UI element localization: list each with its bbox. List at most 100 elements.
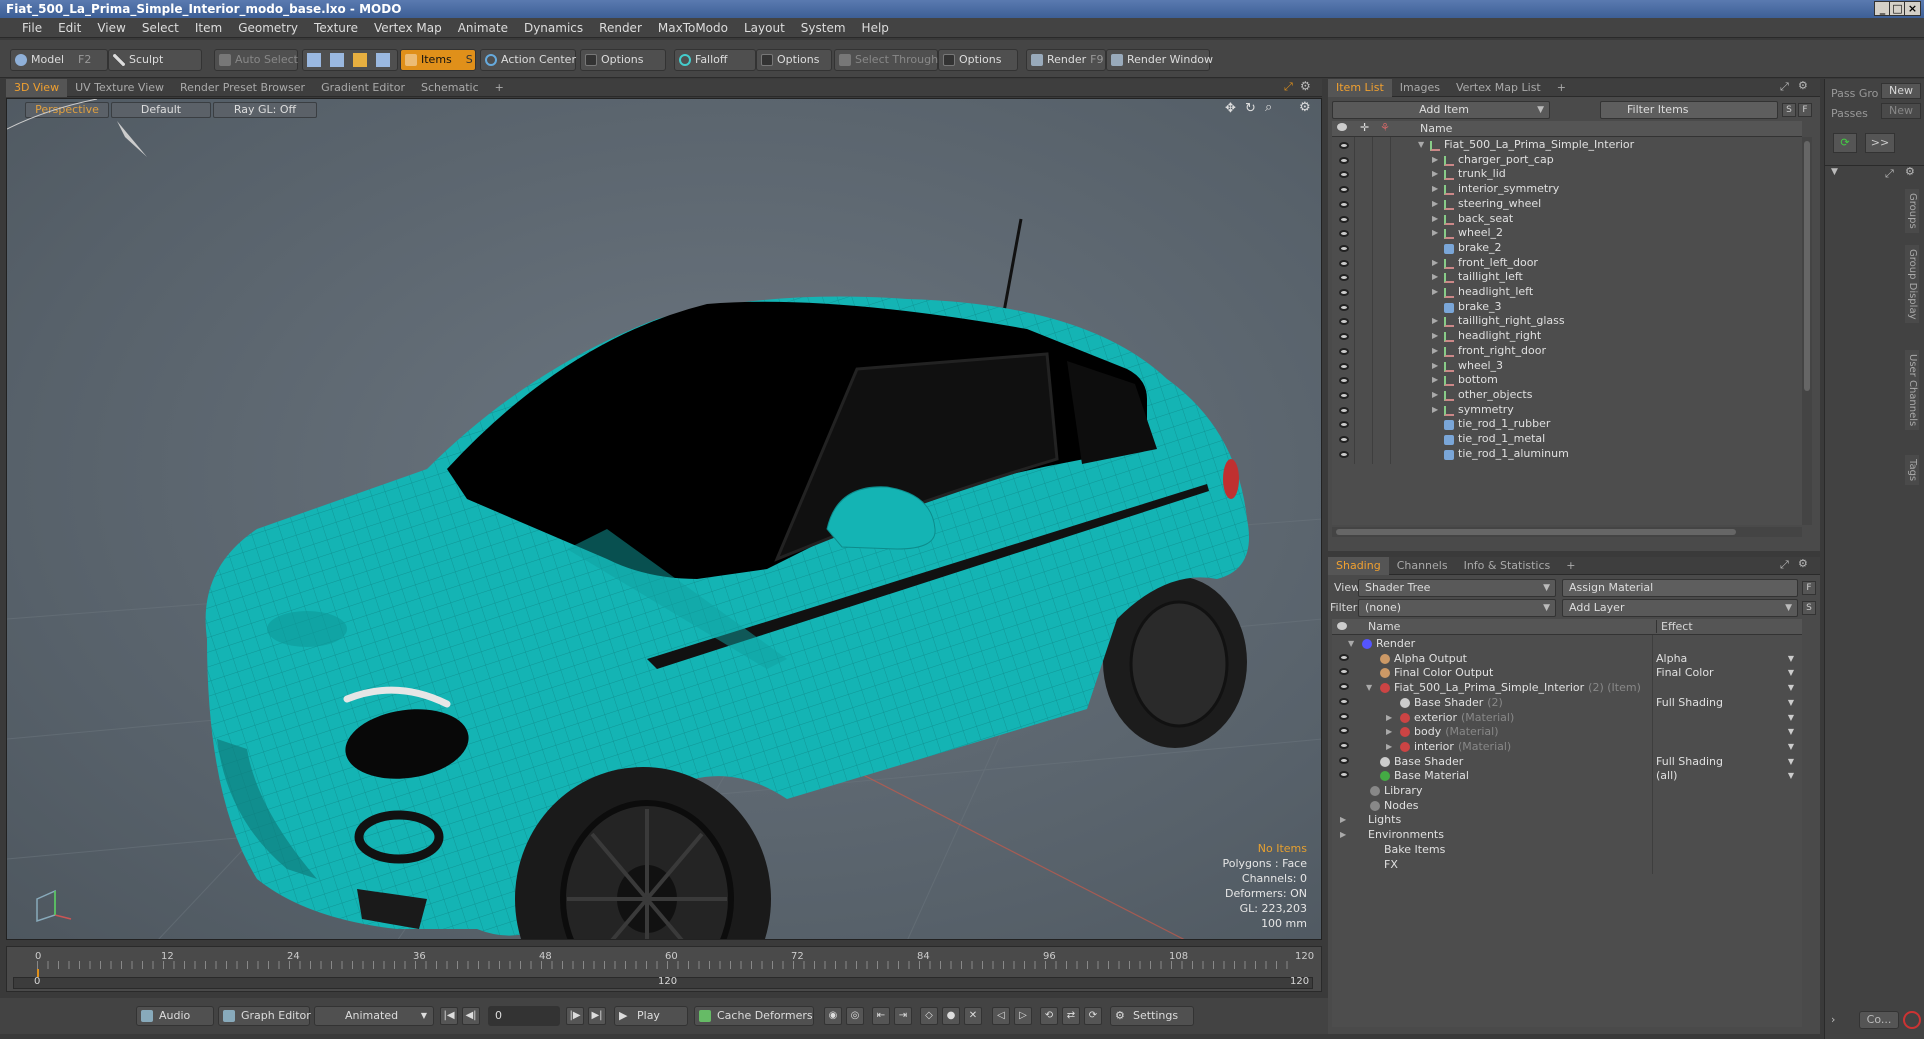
eye-icon[interactable] <box>1339 668 1349 676</box>
menu-layout[interactable]: Layout <box>736 21 793 35</box>
eye-icon[interactable] <box>1339 142 1349 149</box>
tab-add[interactable]: + <box>1549 79 1574 97</box>
tab-vertex-map-list[interactable]: Vertex Map List <box>1448 79 1549 97</box>
tab-info-statistics[interactable]: Info & Statistics <box>1456 557 1559 575</box>
expand-arrow-icon[interactable]: ▶ <box>1432 328 1438 343</box>
select-through-button[interactable]: Select Through <box>834 49 938 71</box>
tab-uv-texture-view[interactable]: UV Texture View <box>67 79 172 97</box>
close-button[interactable]: × <box>1904 1 1921 16</box>
prev-key-icon[interactable]: ⇤ <box>872 1007 890 1025</box>
item-row[interactable]: ▶ wheel_3 <box>1332 357 1802 376</box>
eye-icon[interactable] <box>1339 303 1349 311</box>
shader-row[interactable]: FX <box>1332 855 1800 874</box>
tab-schematic[interactable]: Schematic <box>413 79 487 97</box>
item-row[interactable]: brake_2 <box>1332 239 1802 258</box>
render-button[interactable]: Render F9 <box>1026 49 1106 71</box>
polygons-mode-icon[interactable] <box>353 53 367 67</box>
menu-texture[interactable]: Texture <box>306 21 366 35</box>
eye-icon[interactable] <box>1339 230 1349 238</box>
loop-icon[interactable]: ⟲ <box>1040 1007 1058 1025</box>
item-row[interactable]: ▶ bottom <box>1332 372 1802 391</box>
sculpt-button[interactable]: Sculpt <box>108 49 202 71</box>
item-row[interactable]: tie_rod_1_rubber <box>1332 416 1802 435</box>
falloff-options-button[interactable]: Options <box>756 49 832 71</box>
range-bar[interactable]: 0 120 120 <box>13 976 1313 989</box>
items-mode-button[interactable]: Items S <box>400 49 476 71</box>
expand-arrow-icon[interactable]: ▶ <box>1432 284 1438 299</box>
vertices-mode-icon[interactable] <box>307 53 321 67</box>
eye-icon[interactable] <box>1339 215 1349 223</box>
tab-images[interactable]: Images <box>1392 79 1448 97</box>
tab-gradient-editor[interactable]: Gradient Editor <box>313 79 413 97</box>
key-icon[interactable]: ◉ <box>824 1007 842 1025</box>
expand-arrow-icon[interactable]: ▶ <box>1432 152 1438 167</box>
item-row[interactable]: ▶ back_seat <box>1332 210 1802 229</box>
item-row[interactable]: ▶ taillight_left <box>1332 269 1802 288</box>
stop-icon[interactable] <box>1903 1011 1921 1029</box>
eye-icon[interactable] <box>1339 156 1349 164</box>
eye-icon[interactable] <box>1339 347 1349 355</box>
eye-icon[interactable] <box>1339 274 1349 282</box>
expand-arrow-icon[interactable]: ▶ <box>1432 372 1438 387</box>
side-dropdown-icon[interactable]: ▼ <box>1831 167 1838 177</box>
vtab-user-channels[interactable]: User Channels <box>1905 350 1919 431</box>
tab-shading[interactable]: Shading <box>1328 557 1389 575</box>
expand-icon[interactable]: >> <box>1865 133 1895 153</box>
expand-arrow-icon[interactable]: ▶ <box>1432 269 1438 284</box>
eye-icon[interactable] <box>1339 186 1349 194</box>
side-gear-icon[interactable]: ⚙ <box>1905 165 1915 178</box>
command-arrow-icon[interactable]: › <box>1831 1013 1835 1026</box>
expand-arrow-icon[interactable]: ▶ <box>1432 343 1438 358</box>
eye-icon[interactable] <box>1339 697 1349 705</box>
menu-help[interactable]: Help <box>854 21 897 35</box>
vtab-groups[interactable]: Groups <box>1905 189 1919 233</box>
eye-icon[interactable] <box>1339 259 1349 267</box>
eye-icon[interactable] <box>1339 741 1349 749</box>
item-row[interactable]: ▶ front_right_door <box>1332 342 1802 361</box>
record-icon[interactable]: ● <box>942 1007 960 1025</box>
item-row[interactable]: ▼ Fiat_500_La_Prima_Simple_Interior <box>1332 137 1802 155</box>
frame-input[interactable]: 0 <box>488 1006 560 1026</box>
step-forward-icon[interactable]: ▷ <box>1014 1007 1032 1025</box>
tab-add[interactable]: + <box>487 79 512 97</box>
eye-icon[interactable] <box>1339 377 1349 385</box>
item-row[interactable]: ▶ steering_wheel <box>1332 195 1802 214</box>
set-key-icon[interactable]: ◇ <box>920 1007 938 1025</box>
car-model[interactable] <box>205 218 1250 940</box>
next-key-icon[interactable]: ⇥ <box>894 1007 912 1025</box>
prev-frame-icon[interactable]: ◀| <box>462 1007 480 1025</box>
timeline[interactable]: 0 12 24 36 48 60 72 84 96 108 120 0 120 120 <box>6 946 1322 992</box>
new-pass-group-button[interactable]: New <box>1881 83 1921 99</box>
eye-icon[interactable] <box>1339 436 1349 443</box>
menu-edit[interactable]: Edit <box>50 21 89 35</box>
eye-icon[interactable] <box>1339 771 1349 779</box>
tab-render-preset-browser[interactable]: Render Preset Browser <box>172 79 313 97</box>
add-item-dropdown[interactable]: Add Item ▼ <box>1332 101 1550 119</box>
panel-gear-icon[interactable]: ⚙ <box>1798 79 1808 92</box>
menu-file[interactable]: File <box>14 21 50 35</box>
refresh-icon[interactable]: ⟳ <box>1833 133 1857 153</box>
delete-key-icon[interactable]: ✕ <box>964 1007 982 1025</box>
item-row[interactable]: ▶ other_objects <box>1332 386 1802 405</box>
assign-filter-toggle[interactable]: F <box>1802 581 1816 595</box>
expand-arrow-icon[interactable]: ▶ <box>1432 211 1438 226</box>
eye-icon[interactable] <box>1339 683 1349 691</box>
eye-icon[interactable] <box>1339 391 1349 399</box>
view-dropdown[interactable]: Shader Tree ▼ <box>1358 579 1556 597</box>
item-row[interactable]: ▶ interior_symmetry <box>1332 181 1802 200</box>
menu-item[interactable]: Item <box>187 21 230 35</box>
expand-arrow-icon[interactable]: ▶ <box>1432 181 1438 196</box>
item-row[interactable]: ▶ trunk_lid <box>1332 166 1802 185</box>
eye-icon[interactable] <box>1339 653 1349 661</box>
menu-vertex-map[interactable]: Vertex Map <box>366 21 450 35</box>
shading-search-toggle[interactable]: S <box>1802 601 1816 615</box>
expand-arrow-icon[interactable]: ▶ <box>1432 196 1438 211</box>
auto-select-button[interactable]: Auto Select <box>214 49 298 71</box>
expand-arrow-icon[interactable]: ▶ <box>1432 402 1438 417</box>
step-back-icon[interactable]: ◁ <box>992 1007 1010 1025</box>
panel-maximize-icon[interactable]: ⤢ <box>1780 80 1789 94</box>
menu-animate[interactable]: Animate <box>450 21 516 35</box>
vtab-group-display[interactable]: Group Display <box>1905 245 1919 324</box>
eye-icon[interactable] <box>1339 244 1349 252</box>
add-layer-dropdown[interactable]: Add Layer ▼ <box>1562 599 1798 617</box>
